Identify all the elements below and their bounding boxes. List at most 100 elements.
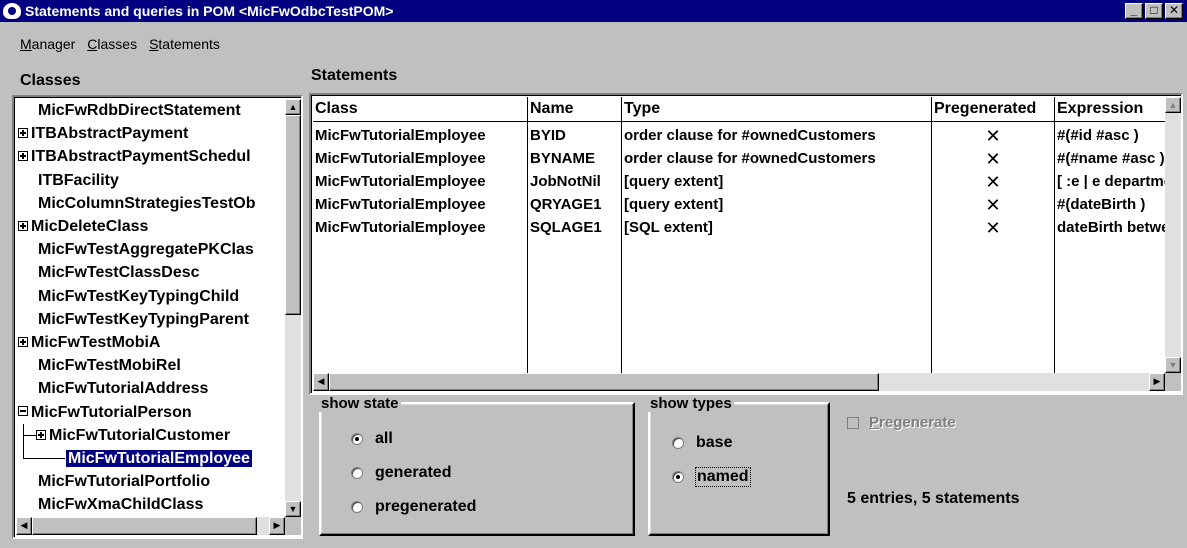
tree-item-label: MicFwXmaChildClass	[38, 496, 204, 514]
cell-expression: #(dateBirth )	[1057, 196, 1146, 213]
scroll-left-arrow-icon[interactable]: ◀	[313, 373, 329, 391]
tree-item[interactable]: MicFwTestClassDesc	[38, 261, 200, 284]
radio-generated[interactable]: generated	[351, 464, 451, 482]
expand-plus-icon[interactable]	[18, 220, 28, 231]
tree-item[interactable]: MicFwTutorialAddress	[38, 377, 208, 400]
tree-item[interactable]: MicColumnStrategiesTestOb	[38, 192, 256, 215]
tree-item[interactable]: ITBAbstractPayment	[18, 122, 188, 145]
tree-connector-line	[23, 458, 65, 459]
tree-item[interactable]: MicFwTestMobiA	[18, 331, 160, 354]
tree-item-label: MicFwTestAggregatePKClas	[38, 241, 254, 259]
tree-item-label: MicColumnStrategiesTestOb	[38, 194, 256, 212]
tree-item-label: MicFwTutorialEmployee	[66, 450, 252, 467]
tree-item[interactable]: MicFwTestKeyTypingChild	[38, 285, 239, 308]
expand-plus-icon[interactable]	[36, 429, 46, 440]
cell-expression: [ :e | e department	[1057, 173, 1165, 190]
scroll-right-arrow-icon[interactable]: ▶	[269, 517, 285, 535]
close-button[interactable]: ✕	[1165, 3, 1183, 19]
expand-plus-icon[interactable]	[18, 127, 28, 138]
cell-pregenerated: ✕	[985, 149, 1001, 169]
cell-pregenerated: ✕	[985, 218, 1001, 238]
scroll-right-arrow-icon[interactable]: ▶	[1149, 373, 1165, 391]
menu-statements[interactable]: Statements	[149, 36, 220, 56]
tree-item-label: ITBAbstractPaymentSchedul	[31, 148, 251, 166]
tree-item[interactable]: MicFwTutorialPerson	[18, 401, 192, 424]
radio-base[interactable]: base	[672, 434, 732, 452]
tree-item[interactable]: ITBFacility	[38, 169, 119, 192]
column-header-class[interactable]: Class	[313, 97, 528, 121]
show-types-legend: show types	[648, 395, 734, 412]
radio-all-label: all	[375, 430, 393, 447]
maximize-button[interactable]: □	[1145, 3, 1163, 19]
classes-scroll-thumb[interactable]	[285, 115, 301, 315]
radio-pregenerated[interactable]: pregenerated	[351, 498, 476, 516]
pregenerate-label: Pregenerate	[869, 414, 956, 431]
tree-item[interactable]: ITBAbstractPaymentSchedul	[18, 145, 251, 168]
column-header-expression[interactable]: Expression	[1055, 97, 1165, 121]
scroll-up-arrow-icon[interactable]: ▲	[285, 99, 301, 115]
cell-name: BYID	[530, 127, 566, 144]
tree-item[interactable]: MicFwTutorialPortfolio	[38, 470, 210, 493]
classes-tree[interactable]: MicFwRdbDirectStatement ITBAbstractPaymen…	[12, 95, 303, 539]
table-row[interactable]: MicFwTutorialEmployee SQLAGE1 [SQL extent]…	[313, 217, 1165, 239]
scroll-down-arrow-icon[interactable]: ▼	[285, 501, 301, 517]
tree-item-label: MicFwTestMobiA	[31, 334, 161, 351]
tree-connector-line	[23, 434, 36, 436]
pregenerate-checkbox[interactable]: Pregenerate	[847, 414, 956, 431]
table-row[interactable]: MicFwTutorialEmployee QRYAGE1 [query exten…	[313, 194, 1165, 216]
radio-all-button[interactable]	[351, 433, 363, 445]
classes-label: Classes	[20, 72, 81, 89]
expand-plus-icon[interactable]	[18, 336, 28, 347]
expand-plus-icon[interactable]	[18, 151, 28, 162]
tree-item[interactable]: MicFwTestKeyTypingParent	[38, 308, 249, 331]
statements-table[interactable]: Class Name Type Pregenerated Expression …	[309, 93, 1183, 395]
tree-item[interactable]: MicFwRdbDirectStatement	[38, 99, 241, 122]
statements-vertical-scrollbar[interactable]: ▲ ▼	[1165, 97, 1181, 373]
statements-horizontal-scrollbar[interactable]: ◀ ▶	[313, 373, 1165, 391]
table-row[interactable]: MicFwTutorialEmployee JobNotNil [query ext…	[313, 171, 1165, 193]
show-state-legend: show state	[319, 395, 401, 412]
tree-item[interactable]: MicFwTutorialCustomer	[36, 424, 230, 447]
scroll-down-arrow-icon[interactable]: ▼	[1165, 357, 1181, 373]
pregenerate-checkbox-box[interactable]	[847, 416, 859, 429]
cell-name: QRYAGE1	[530, 196, 602, 213]
radio-all[interactable]: all	[351, 430, 393, 448]
radio-named-label: named	[695, 467, 751, 487]
collapse-minus-icon[interactable]	[18, 406, 28, 417]
classes-vertical-scrollbar[interactable]: ▲ ▼	[285, 99, 301, 517]
radio-named-button[interactable]	[672, 471, 684, 483]
tree-item-label: MicFwTutorialPerson	[31, 403, 192, 421]
minimize-button[interactable]: _	[1125, 3, 1143, 19]
cell-pregenerated: ✕	[985, 195, 1001, 215]
show-types-group: show types base named	[648, 396, 830, 536]
scroll-up-arrow-icon[interactable]: ▲	[1165, 97, 1181, 113]
radio-pregenerated-button[interactable]	[351, 501, 363, 513]
eye-app-icon[interactable]	[3, 3, 21, 19]
tree-item[interactable]: MicFwTestMobiRel	[38, 354, 181, 377]
menu-manager[interactable]: Manager	[20, 36, 75, 56]
column-header-name[interactable]: Name	[528, 97, 622, 121]
tree-item-label: MicFwRdbDirectStatement	[38, 102, 241, 119]
radio-base-button[interactable]	[672, 437, 684, 449]
classes-hscroll-thumb[interactable]	[32, 517, 257, 535]
column-header-type[interactable]: Type	[622, 97, 932, 121]
radio-named[interactable]: named	[672, 467, 751, 487]
tree-item[interactable]: MicFwXmaChildClass	[38, 493, 203, 515]
statements-hscroll-thumb[interactable]	[329, 373, 879, 391]
table-row[interactable]: MicFwTutorialEmployee BYNAME order clause …	[313, 148, 1165, 170]
tree-item[interactable]: MicFwTestAggregatePKClas	[38, 238, 254, 261]
cell-pregenerated: ✕	[985, 172, 1001, 192]
cell-class: MicFwTutorialEmployee	[315, 219, 486, 236]
table-row[interactable]: MicFwTutorialEmployee BYID order clause fo…	[313, 125, 1165, 147]
tree-item[interactable]: MicFwTutorialEmployee	[66, 447, 252, 470]
tree-item[interactable]: MicDeleteClass	[18, 215, 148, 238]
tree-item-label: ITBAbstractPayment	[31, 125, 189, 143]
radio-generated-button[interactable]	[351, 467, 363, 479]
title-bar[interactable]: Statements and queries in POM <MicFwOdbc…	[0, 0, 1187, 22]
scroll-left-arrow-icon[interactable]: ◀	[16, 517, 32, 535]
statements-label: Statements	[311, 67, 398, 84]
tree-connector-line	[23, 423, 24, 458]
classes-horizontal-scrollbar[interactable]: ◀ ▶	[16, 517, 285, 535]
column-header-pregenerated[interactable]: Pregenerated	[932, 97, 1055, 121]
menu-classes[interactable]: Classes	[87, 36, 137, 56]
